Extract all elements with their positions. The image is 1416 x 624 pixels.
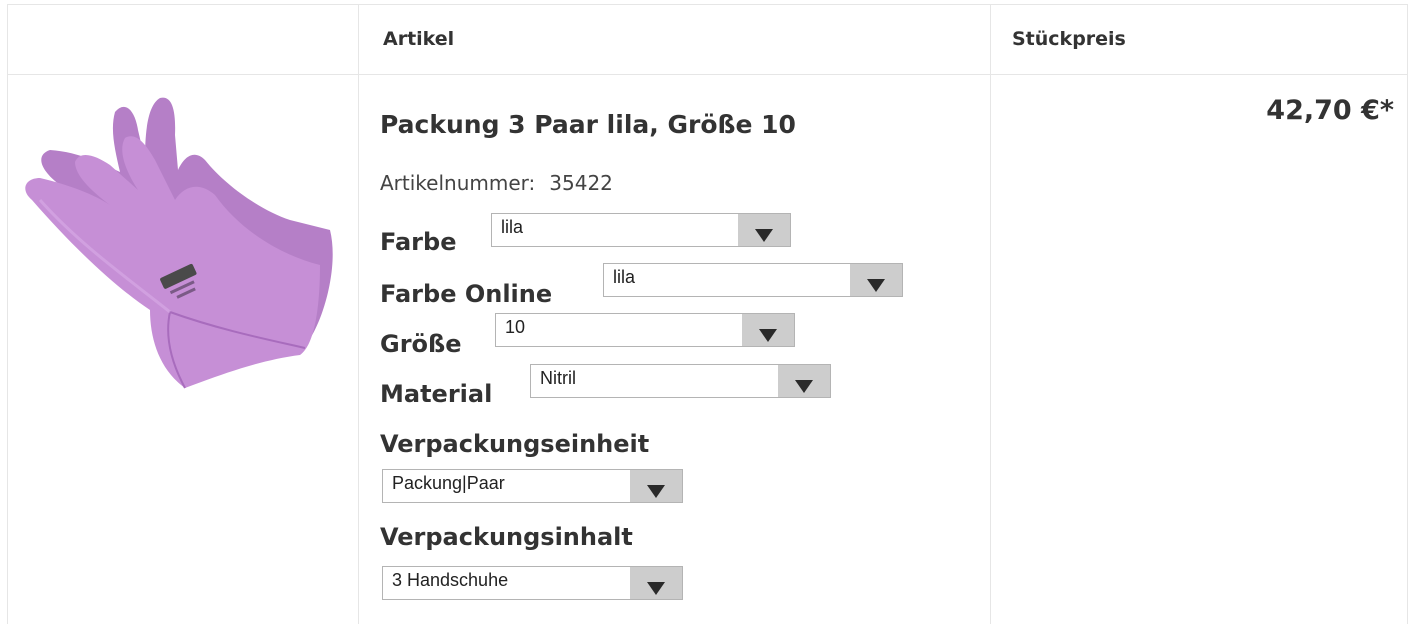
chevron-down-icon bbox=[755, 229, 773, 242]
option-label-farbe-online: Farbe Online bbox=[380, 280, 553, 308]
verpackungseinheit-select[interactable]: Packung|Paar bbox=[382, 469, 683, 503]
option-label-verpackungsinhalt: Verpackungsinhalt bbox=[380, 523, 633, 551]
verpackungsinhalt-select[interactable]: 3 Handschuhe bbox=[382, 566, 683, 600]
verpackungseinheit-select-value: Packung|Paar bbox=[392, 473, 505, 493]
option-label-farbe: Farbe bbox=[380, 228, 457, 256]
groesse-select-button[interactable] bbox=[742, 314, 794, 346]
chevron-down-icon bbox=[759, 329, 777, 342]
article-number-label: Artikelnummer: bbox=[380, 171, 536, 195]
material-select-button[interactable] bbox=[778, 365, 830, 397]
table-top-border bbox=[7, 4, 1408, 5]
chevron-down-icon bbox=[647, 485, 665, 498]
column-divider-price bbox=[990, 4, 991, 624]
product-image[interactable] bbox=[20, 90, 350, 390]
header-article: Artikel bbox=[383, 28, 455, 50]
verpackungsinhalt-select-button[interactable] bbox=[630, 567, 682, 599]
product-title[interactable]: Packung 3 Paar lila, Größe 10 bbox=[380, 110, 796, 139]
column-divider-left bbox=[7, 4, 8, 624]
header-unit-price: Stückpreis bbox=[1012, 28, 1126, 50]
option-label-groesse: Größe bbox=[380, 330, 462, 358]
chevron-down-icon bbox=[795, 380, 813, 393]
farbe-select-value: lila bbox=[501, 217, 524, 237]
verpackungseinheit-select-button[interactable] bbox=[630, 470, 682, 502]
farbe-select[interactable]: lila bbox=[491, 213, 791, 247]
article-number-row: Artikelnummer: 35422 bbox=[380, 171, 613, 195]
farbe-select-button[interactable] bbox=[738, 214, 790, 246]
material-select-value: Nitril bbox=[540, 368, 576, 388]
header-divider bbox=[7, 74, 1408, 75]
groesse-select-value: 10 bbox=[505, 317, 526, 337]
farbe-online-select-value: lila bbox=[613, 267, 636, 287]
option-label-material: Material bbox=[380, 380, 493, 408]
article-number-value: 35422 bbox=[549, 171, 613, 195]
chevron-down-icon bbox=[867, 279, 885, 292]
column-divider-right bbox=[1407, 4, 1408, 624]
groesse-select[interactable]: 10 bbox=[495, 313, 795, 347]
farbe-online-select[interactable]: lila bbox=[603, 263, 903, 297]
material-select[interactable]: Nitril bbox=[530, 364, 831, 398]
chevron-down-icon bbox=[647, 582, 665, 595]
unit-price: 42,70 €* bbox=[1266, 95, 1394, 126]
column-divider-article bbox=[358, 4, 359, 624]
option-label-verpackungseinheit: Verpackungseinheit bbox=[380, 430, 650, 458]
farbe-online-select-button[interactable] bbox=[850, 264, 902, 296]
verpackungsinhalt-select-value: 3 Handschuhe bbox=[392, 570, 509, 590]
